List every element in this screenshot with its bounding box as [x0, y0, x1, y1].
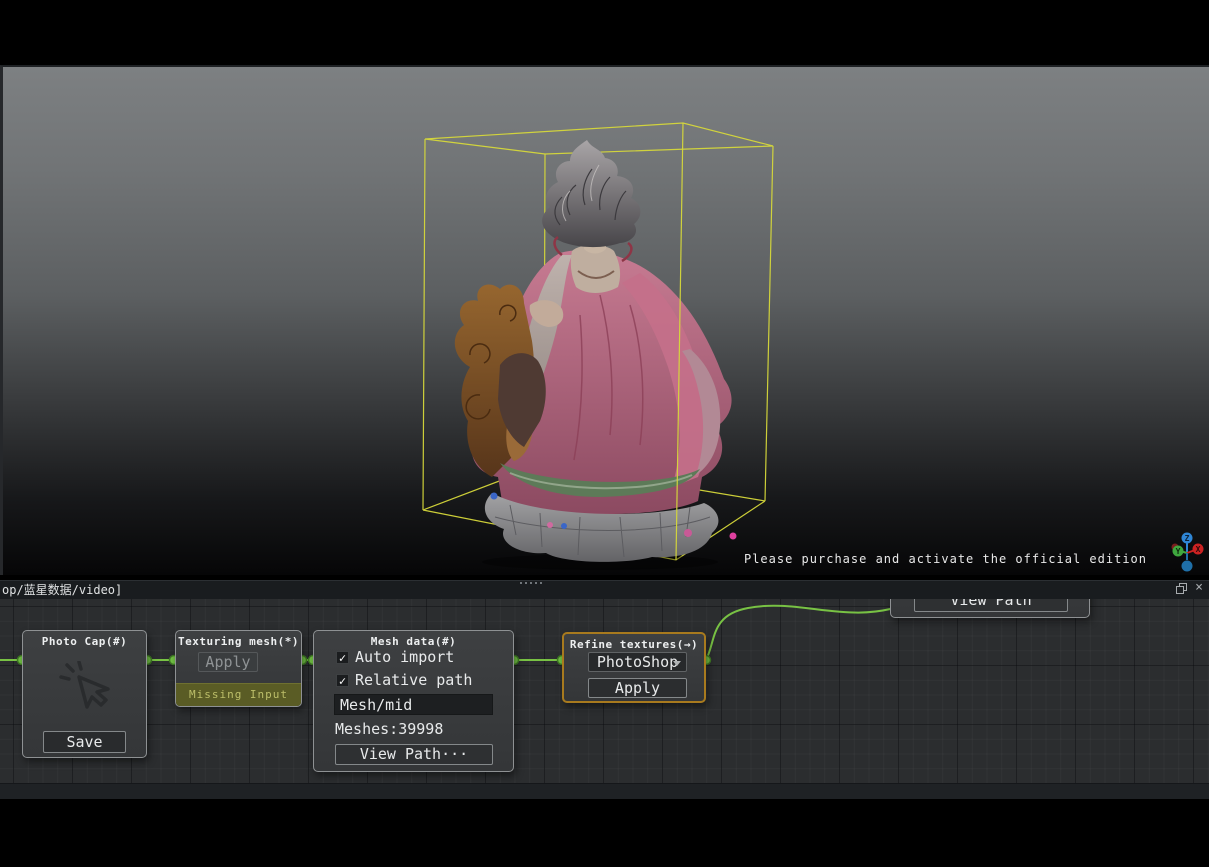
- node-texturing-mesh[interactable]: Texturing mesh(*) Apply Missing Input: [175, 630, 302, 707]
- apply-button-disabled[interactable]: Apply: [198, 652, 258, 672]
- axis-gizmo[interactable]: Z Y X: [1169, 527, 1207, 575]
- svg-text:Z: Z: [1185, 534, 1190, 543]
- node-title: Mesh data(#): [314, 631, 513, 648]
- pane-path-title: op/蓝星数据/video]: [2, 581, 122, 599]
- node-photo-cap[interactable]: Photo Cap(#) Save: [22, 630, 147, 758]
- missing-input-status: Missing Input: [176, 683, 301, 706]
- checkbox-relative-path[interactable]: ✓ Relative path: [336, 673, 472, 687]
- checkbox-label: Auto import: [355, 650, 454, 664]
- checkbox-label: Relative path: [355, 673, 472, 687]
- node-editor-scroll-track[interactable]: [0, 783, 1209, 799]
- editor-dropdown[interactable]: PhotoShop: [588, 652, 687, 672]
- save-button[interactable]: Save: [43, 731, 126, 753]
- float-window-icon[interactable]: [1176, 583, 1186, 593]
- node-mesh-data[interactable]: Mesh data(#) ✓ Auto import ✓ Relative pa…: [313, 630, 514, 772]
- view-path-button[interactable]: View Path: [914, 599, 1068, 612]
- node-refine-textures[interactable]: Refine textures(→) PhotoShop Apply: [562, 632, 706, 703]
- viewport-3d[interactable]: Please purchase and activate the officia…: [0, 65, 1209, 575]
- svg-text:X: X: [1196, 545, 1201, 554]
- splitter-grip[interactable]: [520, 582, 542, 584]
- checkmark-icon[interactable]: ✓: [336, 651, 349, 664]
- apply-button[interactable]: Apply: [588, 678, 687, 698]
- node-title: Texturing mesh(*): [176, 631, 301, 648]
- node-title: Refine textures(→): [564, 634, 704, 651]
- node-partial-top[interactable]: View Path: [890, 599, 1090, 618]
- pane-tab-bar: op/蓝星数据/video] ×: [0, 580, 1209, 599]
- statue-model: [455, 140, 737, 570]
- chevron-down-icon: [673, 661, 681, 666]
- mesh-path-input[interactable]: [334, 694, 493, 715]
- view-path-button[interactable]: View Path···: [335, 744, 493, 765]
- statue-3d-scene: [0, 65, 1209, 573]
- node-title: Photo Cap(#): [23, 631, 146, 648]
- svg-text:Y: Y: [1176, 547, 1181, 556]
- node-editor-canvas[interactable]: Photo Cap(#) Save Texturing mesh(*) Appl…: [0, 599, 1209, 783]
- license-watermark-text: Please purchase and activate the officia…: [744, 552, 1147, 566]
- checkmark-icon[interactable]: ✓: [336, 674, 349, 687]
- checkbox-auto-import[interactable]: ✓ Auto import: [336, 650, 454, 664]
- dropdown-value: PhotoShop: [597, 653, 678, 671]
- close-icon[interactable]: ×: [1195, 583, 1203, 593]
- mesh-count-label: Meshes:39998: [335, 720, 443, 738]
- axis-neg-z-ball: [1182, 561, 1193, 572]
- cursor-click-icon: [59, 661, 115, 717]
